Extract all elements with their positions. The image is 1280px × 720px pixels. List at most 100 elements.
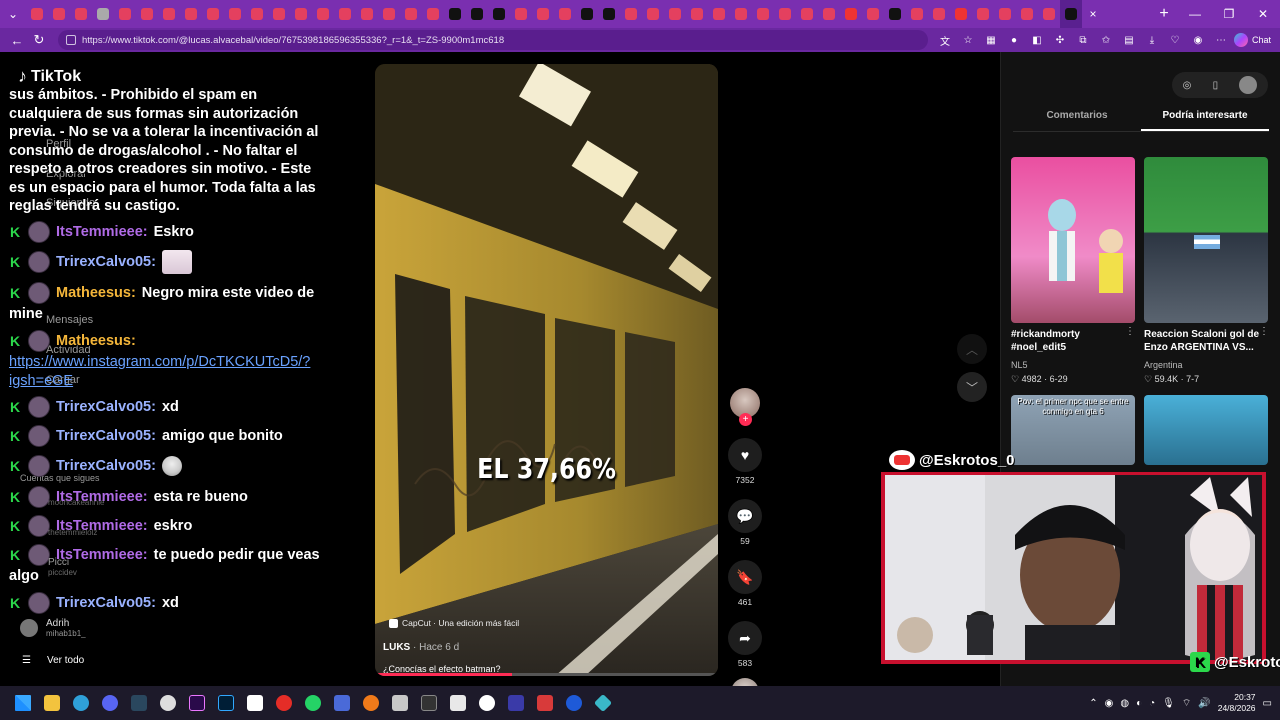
tray-overflow-icon[interactable]: ⌃	[1089, 698, 1097, 709]
more-options-icon[interactable]: ⋮	[1259, 326, 1269, 337]
suggested-video-thumbnail[interactable]	[1144, 395, 1268, 465]
browser-tab[interactable]	[708, 0, 730, 28]
profile-avatar-icon[interactable]: ◉	[1191, 33, 1205, 47]
browser-tab[interactable]	[268, 0, 290, 28]
see-all-button[interactable]: ☰ Ver todo	[22, 655, 84, 666]
browser-tab[interactable]	[92, 0, 114, 28]
coin-icon[interactable]: ◎	[1183, 80, 1192, 91]
browser-tab[interactable]	[796, 0, 818, 28]
reload-button[interactable]: ↻	[28, 29, 50, 51]
suggested-video-thumbnail[interactable]	[1144, 157, 1268, 323]
collections-icon[interactable]: ▤	[1122, 33, 1136, 47]
device-icon[interactable]: ▯	[1213, 80, 1219, 91]
browser-tab[interactable]	[48, 0, 70, 28]
minimize-button[interactable]: —	[1178, 0, 1212, 28]
browser-tab[interactable]	[1060, 0, 1082, 28]
creator-avatar[interactable]: +	[730, 388, 760, 426]
taskbar-app-ch[interactable]	[414, 686, 443, 720]
tab-comments[interactable]: Comentarios	[1013, 110, 1141, 131]
chat-username[interactable]: Matheesus:	[56, 333, 136, 349]
browser-tab[interactable]	[70, 0, 92, 28]
taskbar-app-pdf[interactable]	[530, 686, 559, 720]
tab-suggested[interactable]: Podría interesarte	[1141, 110, 1269, 131]
chat-username[interactable]: ItsTemmieee:	[56, 224, 148, 240]
chat-username[interactable]: TrirexCalvo05:	[56, 595, 156, 611]
browser-tab[interactable]	[466, 0, 488, 28]
suggested-account[interactable]: Picci piccidev	[48, 557, 77, 577]
tray-chrome-icon[interactable]: ◉	[1105, 698, 1114, 709]
chat-instagram-link[interactable]: https://www.instagram.com/p/DcTKCKUTcD5/…	[9, 353, 329, 390]
tray-discord-icon[interactable]: ◍	[1120, 698, 1129, 709]
tray-volume-icon[interactable]: 🔊	[1198, 698, 1210, 709]
browser-tab[interactable]	[422, 0, 444, 28]
browser-tab[interactable]	[598, 0, 620, 28]
downloads-icon[interactable]: ⤓	[1145, 33, 1159, 47]
browser-tab[interactable]	[26, 0, 48, 28]
notifications-icon[interactable]: ▭	[1263, 698, 1272, 709]
save-button[interactable]: 🔖	[728, 560, 762, 594]
taskbar-app-game[interactable]	[501, 686, 530, 720]
suggested-video-author[interactable]: Argentina	[1144, 360, 1183, 370]
chat-username[interactable]: TrirexCalvo05:	[56, 458, 156, 474]
chat-username[interactable]: TrirexCalvo05:	[56, 428, 156, 444]
taskbar-app-diamond[interactable]	[588, 686, 617, 720]
browser-tab[interactable]	[554, 0, 576, 28]
browser-tab[interactable]	[840, 0, 862, 28]
video-author[interactable]: LUKS · Hace 6 d	[383, 642, 459, 653]
taskbar-app-media[interactable]	[559, 686, 588, 720]
new-tab-button[interactable]: +	[1150, 0, 1178, 28]
extension-icon-2[interactable]: ●	[1007, 33, 1021, 47]
next-video-button[interactable]: ﹀	[957, 372, 987, 402]
suggested-video-caption[interactable]: #rickandmorty #noel_edit5	[1011, 328, 1123, 354]
browser-tab[interactable]	[312, 0, 334, 28]
capcut-tag[interactable]: CapCut · Una edición más fácil	[389, 618, 519, 628]
taskbar-obs[interactable]	[472, 686, 501, 720]
taskbar-capcut[interactable]	[240, 686, 269, 720]
suggested-account[interactable]: mooncakeannie	[48, 498, 104, 507]
browser-tab[interactable]	[818, 0, 840, 28]
tray-steam-icon[interactable]: ◐	[1136, 698, 1142, 709]
tray-mic-icon[interactable]: 🎙	[1162, 698, 1175, 709]
taskbar-chrome[interactable]	[153, 686, 182, 720]
tab-actions-icon[interactable]: ⌄	[0, 0, 26, 28]
browser-tab[interactable]	[290, 0, 312, 28]
extension-icon-1[interactable]: ▦	[984, 33, 998, 47]
taskbar-app-box[interactable]	[385, 686, 414, 720]
follow-plus-icon[interactable]: +	[739, 413, 752, 426]
taskbar-whatsapp[interactable]	[298, 686, 327, 720]
extension-icon-3[interactable]: ◧	[1030, 33, 1044, 47]
browser-tab[interactable]	[928, 0, 950, 28]
chat-username[interactable]: Matheesus:	[56, 285, 136, 301]
close-window-button[interactable]: ✕	[1246, 0, 1280, 28]
suggested-account[interactable]: thetemmielolz	[48, 528, 97, 537]
taskbar-premiere[interactable]	[182, 686, 211, 720]
browser-tab[interactable]	[862, 0, 884, 28]
like-button[interactable]: ♥	[728, 438, 762, 472]
taskbar-file-explorer[interactable]	[37, 686, 66, 720]
browser-tab[interactable]	[752, 0, 774, 28]
taskbar-steam[interactable]	[124, 686, 153, 720]
browser-tab[interactable]	[774, 0, 796, 28]
browser-tab[interactable]	[620, 0, 642, 28]
extensions-puzzle-icon[interactable]: ✣	[1053, 33, 1067, 47]
suggested-video-thumbnail[interactable]	[1011, 157, 1135, 323]
browser-tab[interactable]	[1016, 0, 1038, 28]
maximize-button[interactable]: ❐	[1212, 0, 1246, 28]
favorite-star-icon[interactable]: ☆	[961, 33, 975, 47]
back-button[interactable]: ←	[6, 29, 28, 51]
suggested-video-thumbnail[interactable]: Pov: el primer npc que se entre conmigo …	[1011, 395, 1135, 465]
browser-tab[interactable]	[114, 0, 136, 28]
browser-tab[interactable]	[950, 0, 972, 28]
browser-tab[interactable]	[246, 0, 268, 28]
more-options-icon[interactable]: ⋮	[1125, 326, 1135, 337]
browser-tab[interactable]	[158, 0, 180, 28]
clock[interactable]: 20:37 24/8/2026	[1218, 692, 1256, 714]
tiktok-logo[interactable]: ♪ TikTok	[18, 66, 81, 87]
comment-button[interactable]: 💬	[728, 499, 762, 533]
browser-tab[interactable]	[378, 0, 400, 28]
browser-tab[interactable]	[642, 0, 664, 28]
video-player[interactable]: EL 37,66% CapCut · Una edición más fácil…	[375, 64, 718, 676]
tray-network-icon[interactable]: ◔	[1149, 698, 1155, 709]
browser-tab[interactable]	[576, 0, 598, 28]
browser-tab[interactable]	[136, 0, 158, 28]
